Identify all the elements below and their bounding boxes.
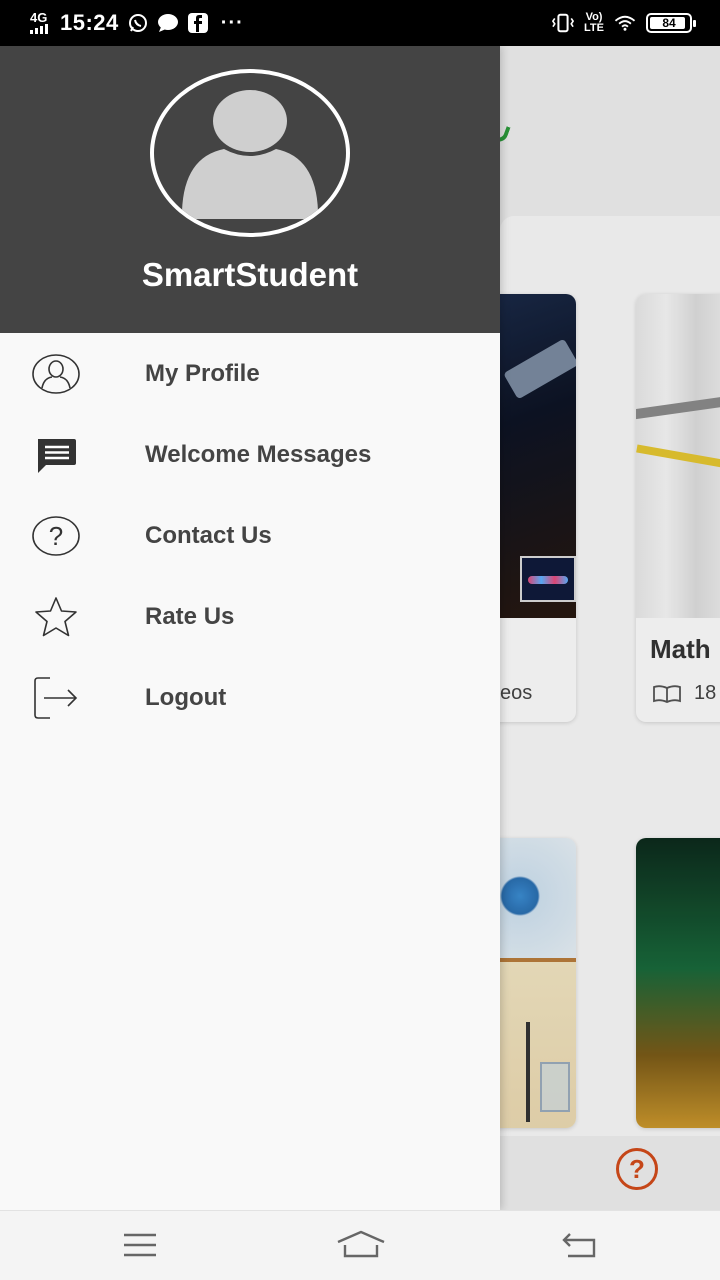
logout-icon [30,672,82,724]
menu-item-label: My Profile [145,359,260,387]
recent-apps-button[interactable] [118,1225,162,1265]
menu-item-logout[interactable]: Logout [0,657,500,738]
facebook-icon [187,12,209,34]
status-bar: 4G 15:24 ··· Vo) LTE 84 [0,0,720,46]
clock: 15:24 [60,10,119,35]
home-button[interactable] [336,1225,386,1265]
network-indicator: 4G [30,10,52,34]
wifi-icon [614,12,636,34]
menu-item-label: Logout [145,683,227,711]
navigation-drawer: SmartStudent My Profile Welcome Messages… [0,46,500,1210]
menu-item-label: Contact Us [145,521,272,549]
avatar[interactable] [150,69,350,237]
menu-item-my-profile[interactable]: My Profile [0,333,500,414]
back-icon [562,1233,596,1258]
back-button[interactable] [558,1225,602,1265]
vibrate-icon [552,12,575,34]
message-icon [30,429,82,481]
help-icon: ? [30,510,82,562]
network-type: 4G [30,10,48,25]
star-icon [30,591,82,643]
status-bar-left: 4G 15:24 ··· [30,10,244,36]
battery-level: 84 [662,16,676,30]
more-notifications: ··· [220,11,244,34]
username: SmartStudent [141,256,359,293]
svg-text:?: ? [49,521,63,551]
whatsapp-icon [127,12,149,34]
drawer-menu: My Profile Welcome Messages ? Contact Us… [0,333,500,738]
chat-bubble-icon [157,12,179,34]
menu-icon [124,1233,156,1257]
volte-indicator: Vo) LTE [584,12,604,34]
user-silhouette-icon [182,90,318,219]
battery-icon: 84 [646,13,696,33]
signal-icon [30,24,48,34]
drawer-header: SmartStudent [0,46,500,333]
volte-bottom: LTE [584,22,604,34]
menu-item-welcome-messages[interactable]: Welcome Messages [0,414,500,495]
menu-item-label: Welcome Messages [145,440,372,468]
system-nav-bar [0,1210,720,1280]
menu-item-contact-us[interactable]: ? Contact Us [0,495,500,576]
status-bar-right: Vo) LTE 84 [552,12,696,34]
profile-icon [30,348,82,400]
home-icon [337,1230,385,1258]
menu-item-label: Rate Us [145,602,235,630]
menu-item-rate-us[interactable]: Rate Us [0,576,500,657]
